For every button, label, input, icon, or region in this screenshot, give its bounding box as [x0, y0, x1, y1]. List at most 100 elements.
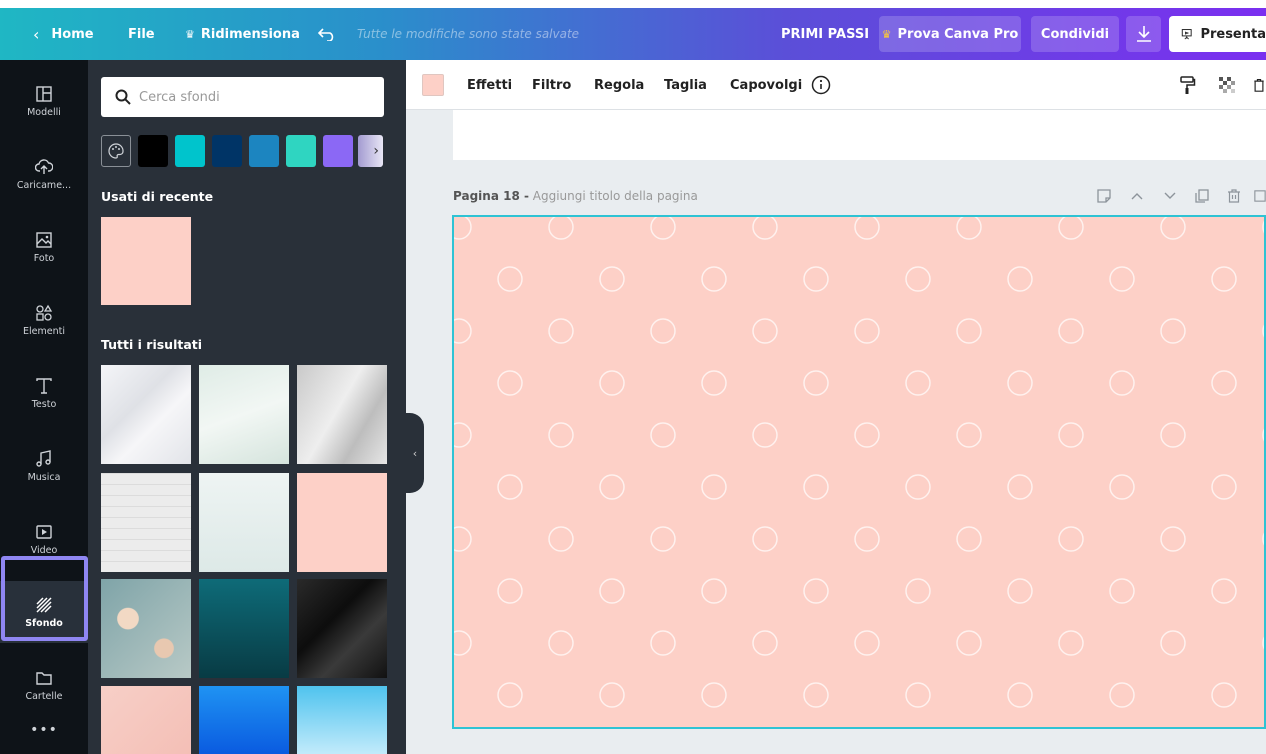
pattern-circle [701, 578, 727, 604]
pattern-circle [1109, 266, 1135, 292]
page-label[interactable]: Pagina 18 - Aggiungi titolo della pagina [453, 189, 698, 203]
duplicate-page-button[interactable] [1192, 186, 1212, 206]
pattern-circle [956, 422, 982, 448]
pattern-circle [1007, 682, 1033, 708]
more-button[interactable]: ••• [0, 710, 88, 750]
move-page-down-button[interactable] [1160, 186, 1180, 206]
pattern-circle [548, 217, 574, 240]
pattern-circle [650, 526, 676, 552]
pattern-circle [956, 217, 982, 240]
pattern-circle [905, 266, 931, 292]
present-button[interactable]: Presenta [1169, 16, 1266, 52]
background-thumb-marble[interactable] [101, 365, 191, 464]
add-note-button[interactable] [1094, 186, 1114, 206]
sidebar-item-folders[interactable]: Cartelle [0, 654, 88, 716]
pattern-circle [1109, 578, 1135, 604]
color-swatch[interactable] [286, 135, 316, 167]
pattern-circle [1058, 217, 1084, 240]
pattern-circle [1211, 370, 1237, 396]
background-thumb-pink-pattern[interactable] [297, 473, 387, 572]
pattern-circle [803, 266, 829, 292]
delete-button[interactable] [1252, 60, 1266, 110]
pattern-circle [701, 266, 727, 292]
custom-color-button[interactable] [101, 135, 131, 167]
sidebar-item-text[interactable]: Testo [0, 362, 88, 424]
flip-button[interactable]: Capovolgi [730, 60, 802, 110]
music-icon [36, 449, 51, 467]
collapse-panel-button[interactable]: ‹ [406, 413, 424, 493]
share-button[interactable]: Condividi [1031, 16, 1119, 52]
pattern-circle [497, 578, 523, 604]
design-page[interactable] [452, 215, 1266, 729]
undo-button[interactable] [318, 8, 336, 60]
copy-style-button[interactable] [1178, 60, 1196, 110]
swatch-next-button[interactable]: › [358, 135, 383, 167]
pattern-circle [905, 370, 931, 396]
paint-roller-icon [1180, 76, 1196, 94]
crop-button[interactable]: Taglia [664, 60, 707, 110]
recent-title: Usati di recente [101, 189, 214, 204]
pattern-circle [599, 266, 625, 292]
pattern-circle [1211, 266, 1237, 292]
color-swatch[interactable] [138, 135, 168, 167]
pattern-circle [650, 422, 676, 448]
color-swatch[interactable] [212, 135, 242, 167]
pattern-circle [956, 318, 982, 344]
adjust-button[interactable]: Regola [594, 60, 644, 110]
color-swatch[interactable] [249, 135, 279, 167]
pattern-circle [752, 422, 778, 448]
pattern-circle [497, 370, 523, 396]
pattern-circle [599, 682, 625, 708]
background-thumb-bokeh[interactable] [101, 579, 191, 678]
background-thumb-crumpled-paper[interactable] [199, 365, 289, 464]
current-color-swatch [422, 74, 444, 96]
pattern-circle [1058, 422, 1084, 448]
home-button[interactable]: ‹ Home [33, 8, 94, 60]
file-menu[interactable]: File [128, 8, 155, 60]
active-item-highlight [1, 556, 88, 641]
resize-button[interactable]: ♛ Ridimensiona [185, 8, 300, 60]
recent-background-thumb[interactable] [101, 217, 191, 305]
pattern-circle [650, 318, 676, 344]
background-thumb-brick[interactable] [101, 473, 191, 572]
sidebar-item-elements[interactable]: Elementi [0, 289, 88, 351]
background-thumb-grey-paper[interactable] [297, 365, 387, 464]
sidebar-item-photos[interactable]: Foto [0, 216, 88, 278]
design-title[interactable]: PRIMI PASSI [781, 8, 869, 60]
color-swatch[interactable] [323, 135, 353, 167]
chevron-right-icon: › [373, 143, 379, 159]
info-button[interactable] [811, 60, 831, 110]
background-thumb-tiles[interactable] [199, 473, 289, 572]
sidebar-item-uploads[interactable]: Caricame... [0, 143, 88, 205]
background-thumb-blue-gradient[interactable] [199, 686, 289, 754]
palette-icon [108, 143, 124, 159]
delete-page-button[interactable] [1224, 186, 1244, 206]
download-button[interactable] [1126, 16, 1161, 52]
filter-button[interactable]: Filtro [532, 60, 571, 110]
pattern-circle [854, 630, 880, 656]
pattern-circle [956, 630, 982, 656]
add-page-button[interactable] [1254, 186, 1266, 206]
background-thumb-dark-texture[interactable] [297, 579, 387, 678]
circle-pattern [454, 217, 1264, 708]
background-thumb-pink-fur[interactable] [101, 686, 191, 754]
sidebar-item-music[interactable]: Musica [0, 435, 88, 497]
pattern-circle [752, 526, 778, 552]
sidebar-item-templates[interactable]: Modelli [0, 70, 88, 132]
pattern-circle [548, 422, 574, 448]
try-pro-button[interactable]: ♛ Prova Canva Pro [879, 16, 1021, 52]
pattern-circle [701, 370, 727, 396]
effects-button[interactable]: Effetti [467, 60, 512, 110]
pattern-circle [752, 217, 778, 240]
transparency-button[interactable] [1218, 60, 1236, 110]
pattern-circle [548, 526, 574, 552]
search-placeholder: Cerca sfondi [139, 89, 220, 105]
pattern-circle [548, 630, 574, 656]
color-swatch[interactable] [175, 135, 205, 167]
move-page-up-button[interactable] [1127, 186, 1147, 206]
backgrounds-panel: Cerca sfondi › Usati di recente Tutti i … [88, 60, 406, 754]
background-thumb-light-blue-gradient[interactable] [297, 686, 387, 754]
background-thumb-teal-gradient[interactable] [199, 579, 289, 678]
search-input[interactable]: Cerca sfondi [101, 77, 384, 117]
color-picker-button[interactable] [422, 60, 444, 110]
